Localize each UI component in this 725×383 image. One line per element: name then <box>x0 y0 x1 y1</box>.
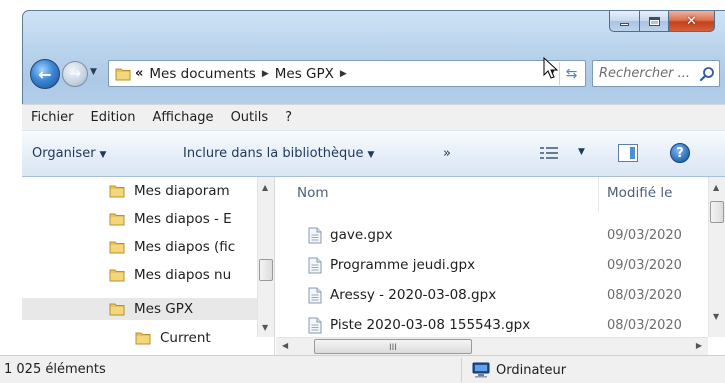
menu-bar: Fichier Edition Affichage Outils ? <box>22 104 725 130</box>
location-label: Ordinateur <box>496 362 567 378</box>
scroll-thumb[interactable] <box>259 259 273 281</box>
arrow-left-icon: ← <box>38 64 52 84</box>
file-name: Piste 2020-03-08 155543.gpx <box>330 317 531 333</box>
nav-item-mes-gpx[interactable]: Mes GPX <box>22 298 258 320</box>
document-icon <box>308 227 322 244</box>
file-row[interactable]: Programme jeudi.gpx 09/03/2020 <box>276 253 696 277</box>
include-library-button[interactable]: Inclure dans la bibliothèque ▼ <box>183 146 374 161</box>
chevron-down-icon: ▼ <box>99 150 107 160</box>
organize-label: Organiser <box>32 146 96 161</box>
chevron-down-icon: ▼ <box>367 150 375 160</box>
chevron-right-icon[interactable]: ▶ <box>340 69 347 79</box>
document-icon <box>308 317 322 334</box>
maximize-icon <box>648 16 660 26</box>
minimize-icon <box>620 22 629 26</box>
file-modified: 09/03/2020 <box>607 227 682 243</box>
address-segment-mes-documents[interactable]: Mes documents <box>149 66 255 82</box>
document-icon <box>308 287 322 304</box>
menu-item-edition[interactable]: Edition <box>91 110 136 125</box>
scroll-right-icon[interactable]: ▶ <box>696 341 702 350</box>
arrow-right-icon: → <box>69 66 81 82</box>
scroll-thumb[interactable] <box>710 201 724 223</box>
address-overflow[interactable]: « <box>135 66 143 81</box>
document-icon <box>308 257 322 274</box>
nav-pane-scrollbar[interactable]: ▲ ▼ <box>257 177 274 337</box>
computer-icon <box>472 362 490 378</box>
file-row[interactable]: gave.gpx 09/03/2020 <box>276 223 696 247</box>
scroll-grip: III <box>389 343 397 353</box>
address-bar[interactable]: « Mes documents ▶ Mes GPX ▶ ▼ ⇆ <box>108 60 586 87</box>
refresh-icon[interactable]: ⇆ <box>559 62 583 85</box>
folder-icon <box>109 303 125 316</box>
file-name: gave.gpx <box>330 227 393 243</box>
menu-item-help[interactable]: ? <box>285 110 292 125</box>
nav-item-mes-diaporamas[interactable]: Mes diaporam <box>109 180 230 202</box>
command-bar: Organiser ▼ Inclure dans la bibliothèque ▼… <box>22 130 725 177</box>
file-modified: 09/03/2020 <box>607 257 682 273</box>
mouse-cursor-icon <box>543 57 559 79</box>
view-list-icon[interactable] <box>540 145 558 160</box>
nav-item-mes-diapos-fic[interactable]: Mes diapos (fic <box>109 236 235 258</box>
search-box[interactable]: Rechercher ... <box>592 60 720 87</box>
navigation-row: ← → ▼ « Mes documents ▶ Mes GPX ▶ ▼ ⇆ Re… <box>22 50 725 96</box>
search-input[interactable]: Rechercher ... <box>599 66 699 81</box>
nav-item-mes-diapos-nu[interactable]: Mes diapos nu <box>109 264 231 286</box>
history-dropdown-button[interactable]: ▼ <box>90 67 97 77</box>
back-button[interactable]: ← <box>30 59 60 89</box>
organize-button[interactable]: Organiser ▼ <box>32 146 106 161</box>
chevron-down-icon[interactable]: ▼ <box>578 147 585 157</box>
folder-icon <box>109 269 125 282</box>
caption-buttons: ✕ <box>609 11 715 33</box>
nav-item-mes-diapos-e[interactable]: Mes diapos - E <box>109 208 232 230</box>
preview-pane-button[interactable] <box>618 144 638 162</box>
item-count: 1 025 éléments <box>4 362 106 377</box>
forward-button[interactable]: → <box>62 61 88 87</box>
column-divider[interactable] <box>598 177 599 213</box>
folder-icon <box>109 241 125 254</box>
navigation-pane: Mes diaporam Mes diapos - E Mes diapos (… <box>22 177 275 355</box>
file-modified: 08/03/2020 <box>607 317 682 333</box>
scroll-down-icon[interactable]: ▼ <box>262 323 268 332</box>
scroll-up-icon[interactable]: ▲ <box>262 183 268 192</box>
column-header-nom[interactable]: Nom <box>297 185 329 201</box>
folder-icon <box>115 68 131 80</box>
chevron-right-icon[interactable]: ▶ <box>262 69 269 79</box>
folder-icon <box>109 185 125 198</box>
include-library-label: Inclure dans la bibliothèque <box>183 146 364 161</box>
file-list-vertical-scrollbar[interactable]: ▲ ▼ <box>708 177 725 337</box>
maximize-button[interactable] <box>639 11 669 32</box>
file-row[interactable]: Piste 2020-03-08 155543.gpx 08/03/2020 <box>276 313 696 337</box>
close-icon: ✕ <box>686 13 697 29</box>
search-icon[interactable] <box>699 66 715 82</box>
menu-item-fichier[interactable]: Fichier <box>31 110 74 125</box>
scroll-left-icon[interactable]: ◀ <box>282 341 288 350</box>
file-list-pane: Nom Modifié le gave.gpx 09/03/2020 Progr… <box>276 177 725 355</box>
nav-item-current[interactable]: Current <box>135 327 211 349</box>
column-header-modifie-le[interactable]: Modifié le <box>607 185 672 201</box>
folder-icon <box>135 332 151 345</box>
help-icon[interactable]: ? <box>670 143 690 163</box>
more-commands-button[interactable]: » <box>443 146 451 161</box>
scroll-up-icon[interactable]: ▲ <box>713 183 719 192</box>
menu-item-outils[interactable]: Outils <box>231 110 269 125</box>
address-segment-mes-gpx[interactable]: Mes GPX <box>275 66 334 82</box>
close-button[interactable]: ✕ <box>669 11 715 32</box>
file-name: Programme jeudi.gpx <box>330 257 476 273</box>
folder-icon <box>109 213 125 226</box>
scroll-thumb[interactable]: III <box>314 339 472 354</box>
minimize-button[interactable] <box>609 11 639 32</box>
scroll-down-icon[interactable]: ▼ <box>713 312 719 321</box>
file-modified: 08/03/2020 <box>607 287 682 303</box>
file-list-horizontal-scrollbar[interactable]: ◀ III ▶ <box>276 337 708 355</box>
menu-item-affichage[interactable]: Affichage <box>152 110 213 125</box>
status-bar: 1 025 éléments Ordinateur <box>0 355 725 383</box>
file-row[interactable]: Aressy - 2020-03-08.gpx 08/03/2020 <box>276 283 696 307</box>
file-name: Aressy - 2020-03-08.gpx <box>330 287 497 303</box>
content-area: Mes diaporam Mes diapos - E Mes diapos (… <box>22 177 725 355</box>
status-divider <box>461 358 462 382</box>
status-location: Ordinateur <box>472 362 566 378</box>
